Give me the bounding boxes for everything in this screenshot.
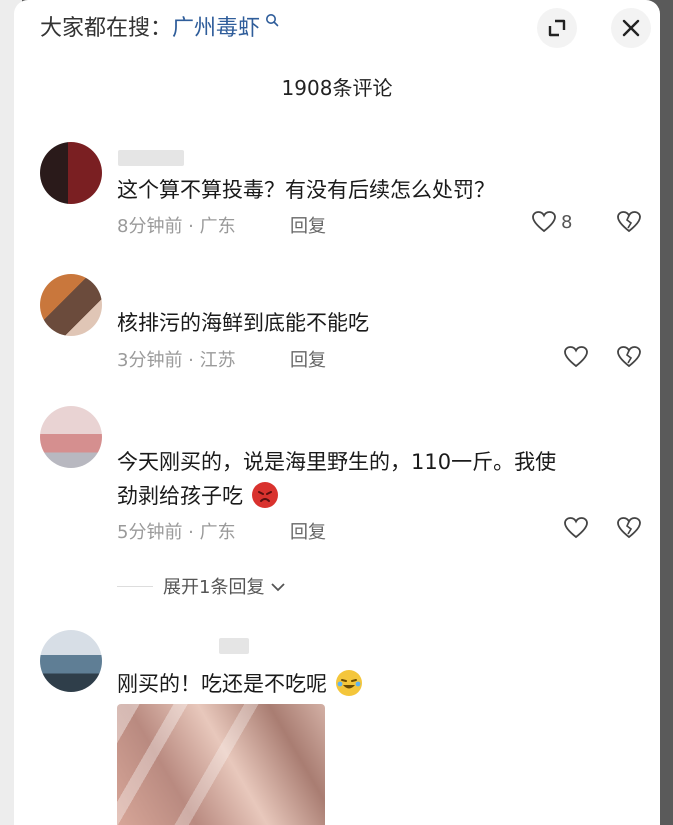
comments-sheet: 大家都在搜：广州毒虾 1908条评论 这个算不算投毒？有没有后续怎么处罚？ 8分…: [14, 0, 660, 825]
crying-laughing-emoji-icon: [335, 670, 362, 696]
comment-count-title: 1908条评论: [281, 76, 393, 100]
username-blurred[interactable]: [118, 150, 184, 166]
comment-text-line1: 今天刚买的，说是海里野生的，110一斤。我使: [117, 450, 557, 474]
username-blurred[interactable]: [219, 638, 249, 654]
reply-button[interactable]: 回复: [290, 518, 326, 544]
comment-text-line2-wrap: 劲剥给孩子吃: [117, 478, 637, 514]
heart-icon: [564, 346, 588, 368]
comment-meta: 3分钟前 · 江苏: [117, 350, 236, 371]
comment-text: 核排污的海鲜到底能不能吃: [117, 311, 369, 335]
expand-icon: [548, 19, 566, 37]
avatar[interactable]: [40, 406, 102, 468]
close-icon: [622, 19, 640, 37]
heart-icon: [564, 517, 588, 539]
avatar[interactable]: [40, 630, 102, 692]
search-suggestion-keyword[interactable]: 广州毒虾: [172, 16, 260, 41]
avatar[interactable]: [40, 142, 102, 204]
divider: [117, 586, 153, 587]
comment-text-line2: 劲剥给孩子吃: [117, 484, 243, 508]
broken-heart-icon: [617, 346, 641, 368]
comment-meta: 5分钟前 · 广东: [117, 522, 236, 543]
dislike-button[interactable]: [616, 516, 642, 544]
dislike-button[interactable]: [616, 210, 642, 238]
like-button[interactable]: 8: [531, 210, 572, 234]
avatar[interactable]: [40, 274, 102, 336]
search-suggestion-prefix: 大家都在搜：: [40, 16, 173, 41]
angry-emoji-icon: [251, 482, 278, 508]
comment-photo[interactable]: [117, 704, 325, 825]
comment-meta: 8分钟前 · 广东: [117, 216, 236, 237]
search-suggestion[interactable]: 大家都在搜：广州毒虾: [40, 10, 279, 42]
comment-text: 刚买的！吃还是不吃呢: [117, 672, 327, 696]
close-button[interactable]: [611, 8, 651, 48]
comment-text: 这个算不算投毒？有没有后续怎么处罚？: [117, 178, 495, 202]
search-icon: [261, 14, 279, 31]
like-count: 8: [561, 211, 573, 233]
like-button[interactable]: [563, 516, 589, 540]
reply-button[interactable]: 回复: [290, 346, 326, 372]
dislike-button[interactable]: [616, 345, 642, 373]
expand-replies-label: 展开1条回复: [163, 577, 265, 598]
expand-button[interactable]: [537, 8, 577, 48]
broken-heart-icon: [617, 517, 641, 539]
comment-text-wrap: 刚买的！吃还是不吃呢: [117, 666, 637, 702]
like-button[interactable]: [563, 345, 589, 369]
reply-button[interactable]: 回复: [290, 212, 326, 238]
chevron-down-icon: [271, 583, 285, 592]
expand-replies-button[interactable]: 展开1条回复: [117, 573, 286, 599]
broken-heart-icon: [617, 211, 641, 233]
heart-icon: [532, 211, 556, 233]
